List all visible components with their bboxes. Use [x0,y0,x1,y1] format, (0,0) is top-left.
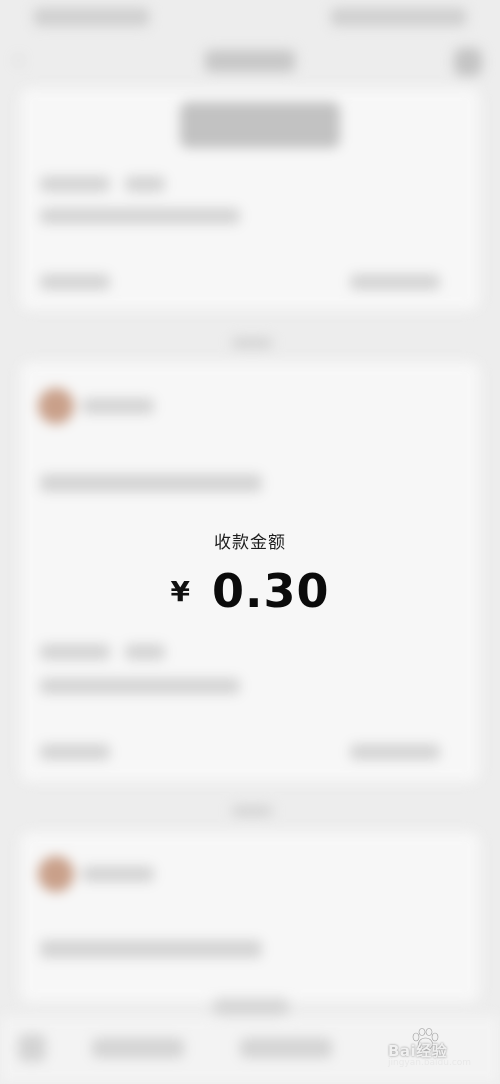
timestamp-separator [232,338,272,348]
bottom-action-button[interactable] [240,1038,332,1058]
card-footer-left [40,744,110,760]
card-footer-left [40,274,110,290]
card-amount [180,102,340,148]
card-line [40,678,240,694]
message-card[interactable] [20,832,480,1002]
keyboard-icon[interactable] [18,1034,46,1062]
bottom-action-button[interactable] [92,1038,184,1058]
card-footer-right [350,744,440,760]
card-line [40,644,110,660]
sender-name [82,398,154,414]
blurred-background: ‹ [0,0,500,1084]
card-line [125,176,165,192]
status-bar-left [34,8,149,26]
bottom-bar [0,1016,500,1084]
message-line [40,940,262,958]
avatar [38,388,74,424]
message-card[interactable] [20,362,480,782]
nav-bar: ‹ [0,40,500,84]
card-line [40,208,240,224]
back-icon[interactable]: ‹ [14,50,36,72]
card-line [125,644,165,660]
status-bar [0,0,500,36]
message-line [40,474,262,492]
card-line [40,176,110,192]
more-icon[interactable] [454,48,482,76]
timestamp-separator [232,806,272,816]
avatar [38,856,74,892]
floating-pill [212,998,290,1016]
sender-name [82,866,154,882]
nav-title [205,50,295,72]
payment-card[interactable] [20,88,480,310]
card-footer-right [350,274,440,290]
status-bar-right [331,8,466,26]
